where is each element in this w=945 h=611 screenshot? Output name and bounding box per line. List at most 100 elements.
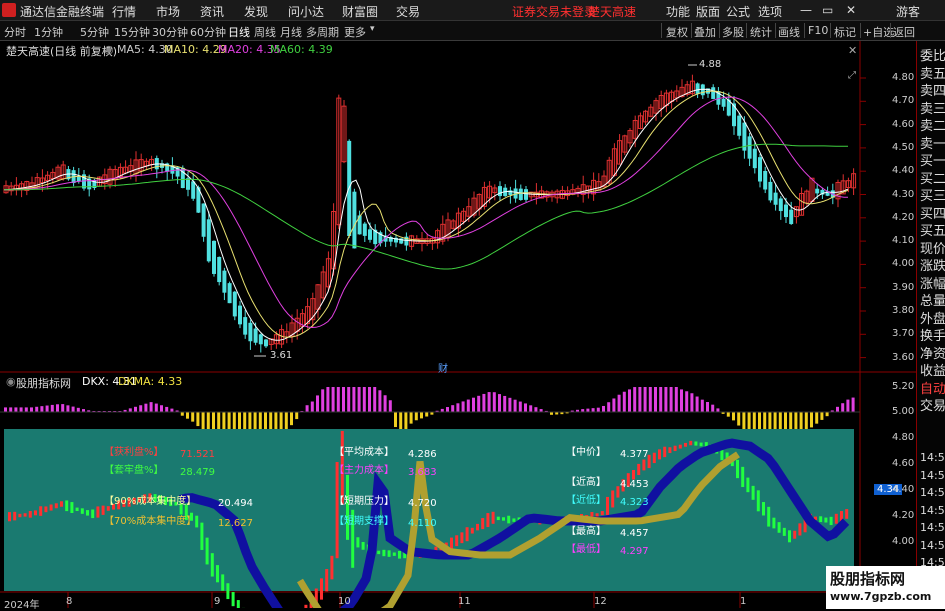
panel-candle [206, 538, 209, 565]
menu-banmian[interactable]: 版面 [696, 3, 720, 20]
oscillator-bar [61, 404, 64, 412]
sidebar-item[interactable]: 外盘 [920, 308, 945, 327]
menu-jiaoyi[interactable]: 交易 [396, 3, 420, 20]
panel-candle [237, 600, 240, 608]
indicator-settings-icon[interactable]: ◉ [6, 375, 16, 388]
indicator-name[interactable]: 股朋指标网 [16, 375, 71, 391]
panel-candle [762, 502, 765, 515]
panel-candle [8, 512, 11, 521]
finance-marker[interactable]: 财 [438, 360, 448, 375]
price-tick-label: 3.80 [892, 305, 914, 316]
sidebar-item[interactable]: 现价 [920, 238, 945, 257]
tool-diejia[interactable]: 叠加 [694, 24, 716, 40]
tab-weekly[interactable]: 周线 [254, 24, 276, 40]
close-chart-icon[interactable]: ✕ [848, 44, 857, 57]
sidebar-item[interactable]: 买四 [920, 203, 945, 222]
ma20-line [4, 97, 848, 327]
sidebar-item[interactable]: 卖一 [920, 133, 945, 152]
short-pressure-label: 【短期压力】 [334, 492, 394, 507]
menu-shichang[interactable]: 市场 [156, 3, 180, 20]
oscillator-bar [25, 407, 28, 412]
settings-icon[interactable]: ◉ [104, 43, 114, 56]
oscillator-bar [737, 412, 740, 426]
menu-zixun[interactable]: 资讯 [200, 3, 224, 20]
sidebar-item[interactable]: 买五 [920, 220, 945, 239]
sidebar-item[interactable]: 总量 [920, 290, 945, 309]
menu-hangqing[interactable]: 行情 [112, 3, 136, 20]
sidebar-item[interactable]: 买一 [920, 150, 945, 169]
oscillator-bar [40, 406, 43, 412]
oscillator-bar [410, 412, 413, 424]
tab-monthly[interactable]: 月线 [280, 24, 302, 40]
tab-30min[interactable]: 30分钟 [152, 24, 188, 40]
menu-gongneng[interactable]: 功能 [666, 3, 690, 20]
panel-candle [757, 490, 760, 511]
oscillator-bar [462, 401, 465, 412]
sidebar-item[interactable]: 涨跌 [920, 255, 945, 274]
tab-multi-period[interactable]: 多周期 [306, 24, 339, 40]
concentration-90-value: 20.494 [218, 498, 253, 509]
sidebar-item[interactable]: 换手 [920, 325, 945, 344]
sidebar-item[interactable]: 买三 [920, 185, 945, 204]
menu-xuanxiang[interactable]: 选项 [758, 3, 782, 20]
sidebar-item[interactable]: 卖二 [920, 115, 945, 134]
oscillator-bar [529, 405, 532, 412]
main-cost-value: 3.683 [408, 467, 437, 478]
menu-gongshi[interactable]: 公式 [726, 3, 750, 20]
candle-body [243, 317, 247, 335]
tool-biaoji[interactable]: 标记 [834, 24, 856, 40]
oscillator-bar [456, 403, 459, 412]
sidebar-item[interactable]: 买二 [920, 168, 945, 187]
menu-faxian[interactable]: 发现 [244, 3, 268, 20]
concentration-90-label: 【90%成本集中度】 [104, 492, 196, 507]
tool-duogu[interactable]: 多股 [722, 24, 744, 40]
login-notice[interactable]: 证券交易未登录 [512, 3, 596, 20]
oscillator-bar [306, 405, 309, 412]
tab-15min[interactable]: 15分钟 [114, 24, 150, 40]
candle-body [711, 87, 715, 99]
tab-fenshi[interactable]: 分时 [4, 24, 26, 40]
tool-back[interactable]: 返回 [893, 24, 915, 40]
candle-body [352, 192, 356, 249]
tab-60min[interactable]: 60分钟 [190, 24, 226, 40]
close-icon[interactable]: ✕ [846, 3, 856, 17]
tab-5min[interactable]: 5分钟 [80, 24, 109, 40]
sidebar-item[interactable]: 卖三 [920, 98, 945, 117]
tool-fuquan[interactable]: 复权 [666, 24, 688, 40]
sidebar-item[interactable]: 交易 [920, 395, 945, 414]
panel-candle [55, 503, 58, 508]
sidebar-item[interactable]: 涨幅 [920, 273, 945, 292]
sidebar-item[interactable]: 委比 [920, 45, 945, 64]
panel-candle [60, 501, 63, 506]
guest-label[interactable]: 游客 [896, 3, 920, 20]
panel-candle [398, 551, 401, 559]
oscillator-bar [316, 395, 319, 412]
sidebar-item[interactable]: 卖四 [920, 80, 945, 99]
menu-caifuquan[interactable]: 财富圈 [342, 3, 378, 20]
chevron-down-icon[interactable]: ▾ [370, 24, 375, 34]
tab-more[interactable]: 更多 [344, 24, 366, 40]
expand-icon[interactable]: ⤢ [848, 70, 856, 81]
tool-huaxian[interactable]: 画线 [778, 24, 800, 40]
tab-daily[interactable]: 日线 [228, 24, 250, 40]
oscillator-bar [46, 406, 49, 412]
sidebar-item[interactable]: 自动 [920, 378, 945, 397]
menu-wenxiaoda[interactable]: 问小达 [288, 3, 324, 20]
oscillator-bar [66, 405, 69, 412]
candle-body [753, 149, 757, 168]
restore-icon[interactable]: ▭ [822, 3, 833, 17]
tool-f10[interactable]: F10 [808, 24, 828, 37]
sidebar-time: 14:56 [920, 521, 945, 534]
candle-body [77, 177, 81, 182]
sidebar-item[interactable]: 卖五 [920, 63, 945, 82]
minimize-icon[interactable]: — [800, 3, 812, 17]
panel-candle [783, 528, 786, 536]
tab-1min[interactable]: 1分钟 [34, 24, 63, 40]
oscillator-bar [602, 406, 605, 412]
concentration-70-label: 【70%成本集中度】 [104, 512, 196, 527]
highest-value: 4.457 [620, 528, 649, 539]
sidebar-item[interactable]: 净资 [920, 343, 945, 362]
oscillator-bar [586, 409, 589, 412]
tool-tongji[interactable]: 统计 [750, 24, 772, 40]
sidebar-item[interactable]: 收益 [920, 360, 945, 379]
